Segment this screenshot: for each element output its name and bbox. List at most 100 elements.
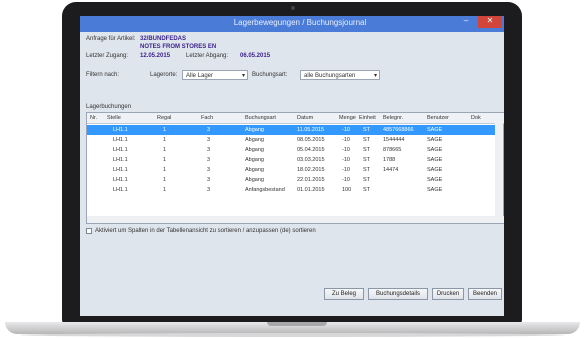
cell-stelle: LH1.1 (113, 187, 128, 193)
close-button[interactable]: ✕ (478, 16, 502, 28)
lagerorte-value: Alle Lager (186, 73, 214, 79)
cell-regal: 1 (163, 177, 167, 183)
booking-table[interactable]: Nr. Stelle Regal Fach Buchungsart Datum … (86, 112, 504, 224)
cell-beleg: 1788 (383, 157, 396, 163)
col-header[interactable]: Datum (297, 115, 313, 121)
cell-menge: -10 (342, 137, 350, 143)
table-row[interactable]: LH1.1 1 3 Abgang 22.01.2015 -10 ST SAGE (87, 175, 495, 185)
anfrage-label: Anfrage für Artikel: (86, 36, 136, 42)
cell-regal: 1 (163, 157, 167, 163)
cell-regal: 1 (163, 137, 167, 143)
cell-fach: 3 (207, 137, 211, 143)
laptop-frame: Lagerbewegungen / Buchungsjournal – ✕ An… (62, 2, 522, 324)
lagerorte-select[interactable]: Alle Lager ▾ (182, 70, 248, 80)
col-header[interactable]: Nr. (90, 115, 97, 121)
cell-stelle: LH1.1 (113, 137, 128, 143)
chevron-down-icon: ▾ (373, 73, 377, 79)
cell-einheit: ST (363, 177, 371, 183)
zu-beleg-button[interactable]: Zu Beleg (324, 288, 364, 300)
table-row[interactable]: LH1.1 1 3 Abgang 08.05.2015 -10 ST 15444… (87, 135, 495, 145)
cell-benutzer: SAGE (427, 147, 443, 153)
cell-regal: 1 (163, 127, 167, 133)
cell-stelle: LH1.1 (113, 127, 128, 133)
cell-art: Abgang (245, 127, 264, 133)
cell-fach: 3 (207, 157, 211, 163)
buchungsart-value: alle Buchungsarten (304, 73, 356, 79)
cell-menge: 100 (342, 187, 352, 193)
cell-einheit: ST (363, 147, 371, 153)
table-row[interactable]: LH1.1 1 3 Abgang 18.02.2015 -10 ST 14474… (87, 165, 495, 175)
sort-checkbox[interactable] (86, 228, 92, 234)
col-header[interactable]: Menge (339, 115, 356, 121)
cell-stelle: LH1.1 (113, 177, 128, 183)
cell-menge: -10 (342, 167, 350, 173)
letzter-zugang-label: Letzter Zugang: (86, 53, 129, 59)
cell-art: Anfangsbestand (245, 187, 285, 193)
cell-regal: 1 (163, 147, 167, 153)
cell-art: Abgang (245, 177, 264, 183)
cell-benutzer: SAGE (427, 137, 443, 143)
cell-beleg: 878665 (383, 147, 402, 153)
letzter-zugang-value: 12.05.2015 (140, 53, 171, 59)
beenden-button[interactable]: Beenden (468, 288, 502, 300)
cell-beleg: 14474 (383, 167, 399, 173)
col-header[interactable]: Dok (471, 115, 481, 121)
cell-fach: 3 (207, 187, 211, 193)
cell-benutzer: SAGE (427, 187, 443, 193)
app-window: Lagerbewegungen / Buchungsjournal – ✕ An… (80, 16, 504, 316)
cell-einheit: ST (363, 127, 371, 133)
col-header[interactable]: Belegnr. (383, 115, 403, 121)
table-row[interactable]: LH1.1 1 3 Anfangsbestand 01.01.2015 100 … (87, 185, 495, 195)
table-row[interactable]: LH1.1 1 3 Abgang 03.03.2015 -10 ST 1788 … (87, 155, 495, 165)
cell-stelle: LH1.1 (113, 157, 128, 163)
cell-art: Abgang (245, 147, 264, 153)
checkbox-label: Aktiviert um Spalten in der Tabellenansi… (95, 228, 316, 234)
cell-fach: 3 (207, 167, 211, 173)
cell-einheit: ST (363, 157, 371, 163)
col-header[interactable]: Einheit (359, 115, 376, 121)
title-bar: Lagerbewegungen / Buchungsjournal – ✕ (80, 16, 504, 32)
horizontal-scrollbar[interactable] (87, 216, 504, 223)
cell-datum: 05.04.2015 (297, 147, 325, 153)
col-header[interactable]: Benutzer (427, 115, 449, 121)
cell-einheit: ST (363, 137, 371, 143)
cell-datum: 03.03.2015 (297, 157, 325, 163)
cell-datum: 22.01.2015 (297, 177, 325, 183)
col-header[interactable]: Fach (201, 115, 213, 121)
minimize-button[interactable]: – (458, 16, 474, 28)
filter-label: Filtern nach: (86, 72, 120, 78)
laptop-notch (267, 322, 327, 326)
cell-menge: -10 (342, 177, 350, 183)
table-row[interactable]: LH1.1 1 3 Abgang 11.05.2015 -10 ST 48576… (87, 125, 495, 135)
buchungsart-select[interactable]: alle Buchungsarten ▾ (300, 70, 380, 80)
cell-datum: 11.05.2015 (297, 127, 325, 133)
cell-beleg: 4857668866 (383, 127, 414, 133)
lagerorte-label: Lagerorte: (150, 72, 178, 78)
buchungsart-label: Buchungsart: (252, 72, 288, 78)
cell-stelle: LH1.1 (113, 167, 128, 173)
cell-art: Abgang (245, 167, 264, 173)
cell-datum: 08.05.2015 (297, 137, 325, 143)
cell-datum: 01.01.2015 (297, 187, 325, 193)
cell-menge: -10 (342, 127, 350, 133)
cell-benutzer: SAGE (427, 127, 443, 133)
window-title: Lagerbewegungen / Buchungsjournal (233, 18, 367, 27)
cell-art: Abgang (245, 137, 264, 143)
vertical-scrollbar[interactable] (495, 123, 503, 223)
laptop-shadow (20, 333, 565, 337)
col-header[interactable]: Buchungsart (245, 115, 276, 121)
cell-benutzer: SAGE (427, 167, 443, 173)
col-header[interactable]: Stelle (107, 115, 121, 121)
cell-benutzer: SAGE (427, 177, 443, 183)
cell-fach: 3 (207, 147, 211, 153)
cell-regal: 1 (163, 187, 167, 193)
table-row[interactable]: LH1.1 1 3 Abgang 05.04.2015 -10 ST 87866… (87, 145, 495, 155)
drucken-button[interactable]: Drucken (432, 288, 464, 300)
article-code: 32/BUNDFEDAS (140, 36, 187, 42)
cell-beleg: 1544444 (383, 137, 405, 143)
grid-section-label: Lagerbuchungen (86, 104, 132, 110)
cell-menge: -10 (342, 147, 350, 153)
buchungsdetails-button[interactable]: Buchungsdetails (368, 288, 428, 300)
col-header[interactable]: Regal (157, 115, 171, 121)
article-description: NOTES FROM STORES EN (140, 44, 217, 50)
